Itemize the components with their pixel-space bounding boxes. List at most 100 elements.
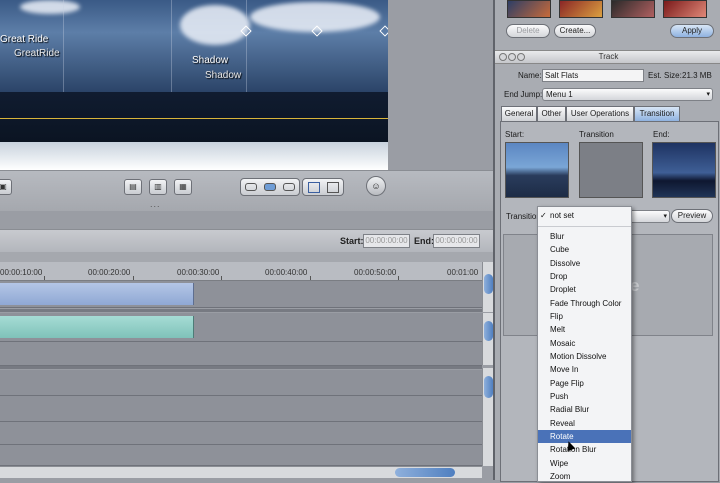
ruler-tick <box>221 276 222 280</box>
menu-item[interactable]: Push <box>538 390 631 403</box>
apply-button[interactable]: Apply <box>670 24 714 38</box>
motion-button[interactable]: ▤ <box>124 179 142 195</box>
close-icon[interactable] <box>499 53 507 61</box>
end-timecode-field[interactable]: 00:00:00:00 <box>433 234 480 248</box>
empty-track[interactable] <box>0 342 482 366</box>
preview-button[interactable]: Preview <box>671 209 713 223</box>
start-timecode-field[interactable]: 00:00:00:00 <box>363 234 410 248</box>
tab-transition[interactable]: Transition <box>634 106 680 122</box>
menu-item[interactable]: Cube <box>538 243 631 256</box>
ruler-mark: 00:00:20:00 <box>88 268 131 277</box>
menu-item-highlighted[interactable]: Rotate <box>538 430 631 443</box>
select-all-icon[interactable] <box>327 182 339 193</box>
menu-item[interactable]: Zoom <box>538 470 631 483</box>
menu-thumbnail[interactable] <box>611 0 655 18</box>
ruler-gap <box>0 252 493 262</box>
delete-button[interactable]: Delete <box>506 24 550 38</box>
scroll-thumb[interactable] <box>484 376 493 398</box>
button-style-segment[interactable] <box>240 178 300 196</box>
create-button[interactable]: Create... <box>554 24 596 38</box>
empty-track[interactable] <box>0 422 482 445</box>
menu-item[interactable]: Blur <box>538 230 631 243</box>
end-thumbnail <box>652 142 716 198</box>
start-thumb-label: Start: <box>505 130 525 139</box>
viewer-salt-flat <box>0 142 388 170</box>
chevron-down-icon: ▾ <box>663 213 667 220</box>
track-divider[interactable] <box>0 309 482 312</box>
menu-item[interactable]: Reveal <box>538 417 631 430</box>
menu-item[interactable]: Drop <box>538 270 631 283</box>
menu-item[interactable]: Flip <box>538 310 631 323</box>
start-thumbnail <box>505 142 569 198</box>
select-frame-icon[interactable] <box>308 182 320 193</box>
menu-thumbnail[interactable] <box>663 0 707 18</box>
ruler-mark: 00:01:00 <box>447 268 479 277</box>
size-label: Est. Size: <box>648 71 682 80</box>
inspector-title: Track <box>598 52 619 61</box>
subtitle-button[interactable]: ▥ <box>149 179 167 195</box>
button-shape-icon[interactable] <box>245 183 257 191</box>
horizontal-scrollbar[interactable] <box>0 466 482 478</box>
viewer-water <box>0 92 388 142</box>
menu-item[interactable]: Radial Blur <box>538 403 631 416</box>
audio-track[interactable] <box>0 313 482 342</box>
endjump-select[interactable]: Menu 1 ▾ <box>542 88 713 101</box>
menu-item[interactable]: Dissolve <box>538 257 631 270</box>
menu-thumbnail[interactable] <box>507 0 551 18</box>
ruler-tick <box>44 276 45 280</box>
video-track[interactable] <box>0 281 482 308</box>
transition-popup-menu[interactable]: ✓ not set Blur Cube Dissolve Drop Drople… <box>537 206 632 482</box>
chevron-down-icon: ▾ <box>706 91 710 98</box>
button-active-icon[interactable] <box>283 183 295 191</box>
guide-line <box>0 118 388 119</box>
zoom-icon[interactable] <box>517 53 525 61</box>
menu-item[interactable]: Rotation Blur <box>538 443 631 456</box>
menu-item[interactable]: Page Flip <box>538 377 631 390</box>
menu-item[interactable]: Wipe <box>538 457 631 470</box>
more-dots: ... <box>150 199 161 209</box>
caption-great-ride[interactable]: Great Ride <box>0 34 48 45</box>
simulator-button[interactable]: ☺ <box>366 176 386 196</box>
tab-general[interactable]: General <box>501 106 537 122</box>
endjump-label: End Jump: <box>504 90 543 99</box>
video-clip[interactable] <box>0 283 194 305</box>
button-highlight-icon[interactable] <box>264 183 276 191</box>
menu-item[interactable]: Fade Through Color <box>538 297 631 310</box>
cloud <box>180 5 250 45</box>
menu-thumbnail[interactable] <box>559 0 603 18</box>
menu-item-not-set[interactable]: ✓ not set <box>538 209 631 222</box>
name-field[interactable]: Salt Flats <box>542 69 644 82</box>
tab-user-operations[interactable]: User Operations <box>566 106 634 122</box>
empty-track[interactable] <box>0 396 482 422</box>
menu-item[interactable]: Move In <box>538 363 631 376</box>
tab-other[interactable]: Other <box>537 106 566 122</box>
ruler-tick <box>133 276 134 280</box>
safe-area-button[interactable]: ▦ <box>174 179 192 195</box>
menu-item[interactable]: Mosaic <box>538 337 631 350</box>
caption-shadow-sub[interactable]: Shadow <box>205 70 241 81</box>
menu-item[interactable]: Melt <box>538 323 631 336</box>
scroll-thumb[interactable] <box>395 468 455 477</box>
name-label: Name: <box>518 71 542 80</box>
menu-item[interactable]: Droplet <box>538 283 631 296</box>
audio-clip[interactable] <box>0 316 194 338</box>
minimize-icon[interactable] <box>508 53 516 61</box>
range-bar: Start: 00:00:00:00 End: 00:00:00:00 <box>0 229 493 253</box>
caption-great-ride-sub[interactable]: GreatRide <box>14 48 60 59</box>
transition-thumbnail <box>579 142 643 198</box>
menu-separator <box>538 226 631 227</box>
empty-track[interactable] <box>0 445 482 466</box>
ruler-mark: 00:00:40:00 <box>265 268 308 277</box>
selection-segment[interactable] <box>302 178 344 196</box>
menu-item[interactable]: Motion Dissolve <box>538 350 631 363</box>
track-divider[interactable] <box>0 366 482 369</box>
display-mode-button[interactable]: ▣ <box>0 179 12 195</box>
subtitle-track[interactable] <box>0 370 482 396</box>
scroll-thumb[interactable] <box>484 274 493 294</box>
viewer-canvas[interactable]: Great Ride GreatRide Shadow Shadow <box>0 0 388 170</box>
ruler-mark: 00:00:30:00 <box>177 268 220 277</box>
caption-shadow[interactable]: Shadow <box>192 55 228 66</box>
timeline-ruler[interactable]: 00:00:10:00 00:00:20:00 00:00:30:00 00:0… <box>0 262 482 281</box>
inspector-titlebar[interactable]: Track <box>495 50 720 64</box>
scroll-thumb[interactable] <box>484 321 493 341</box>
